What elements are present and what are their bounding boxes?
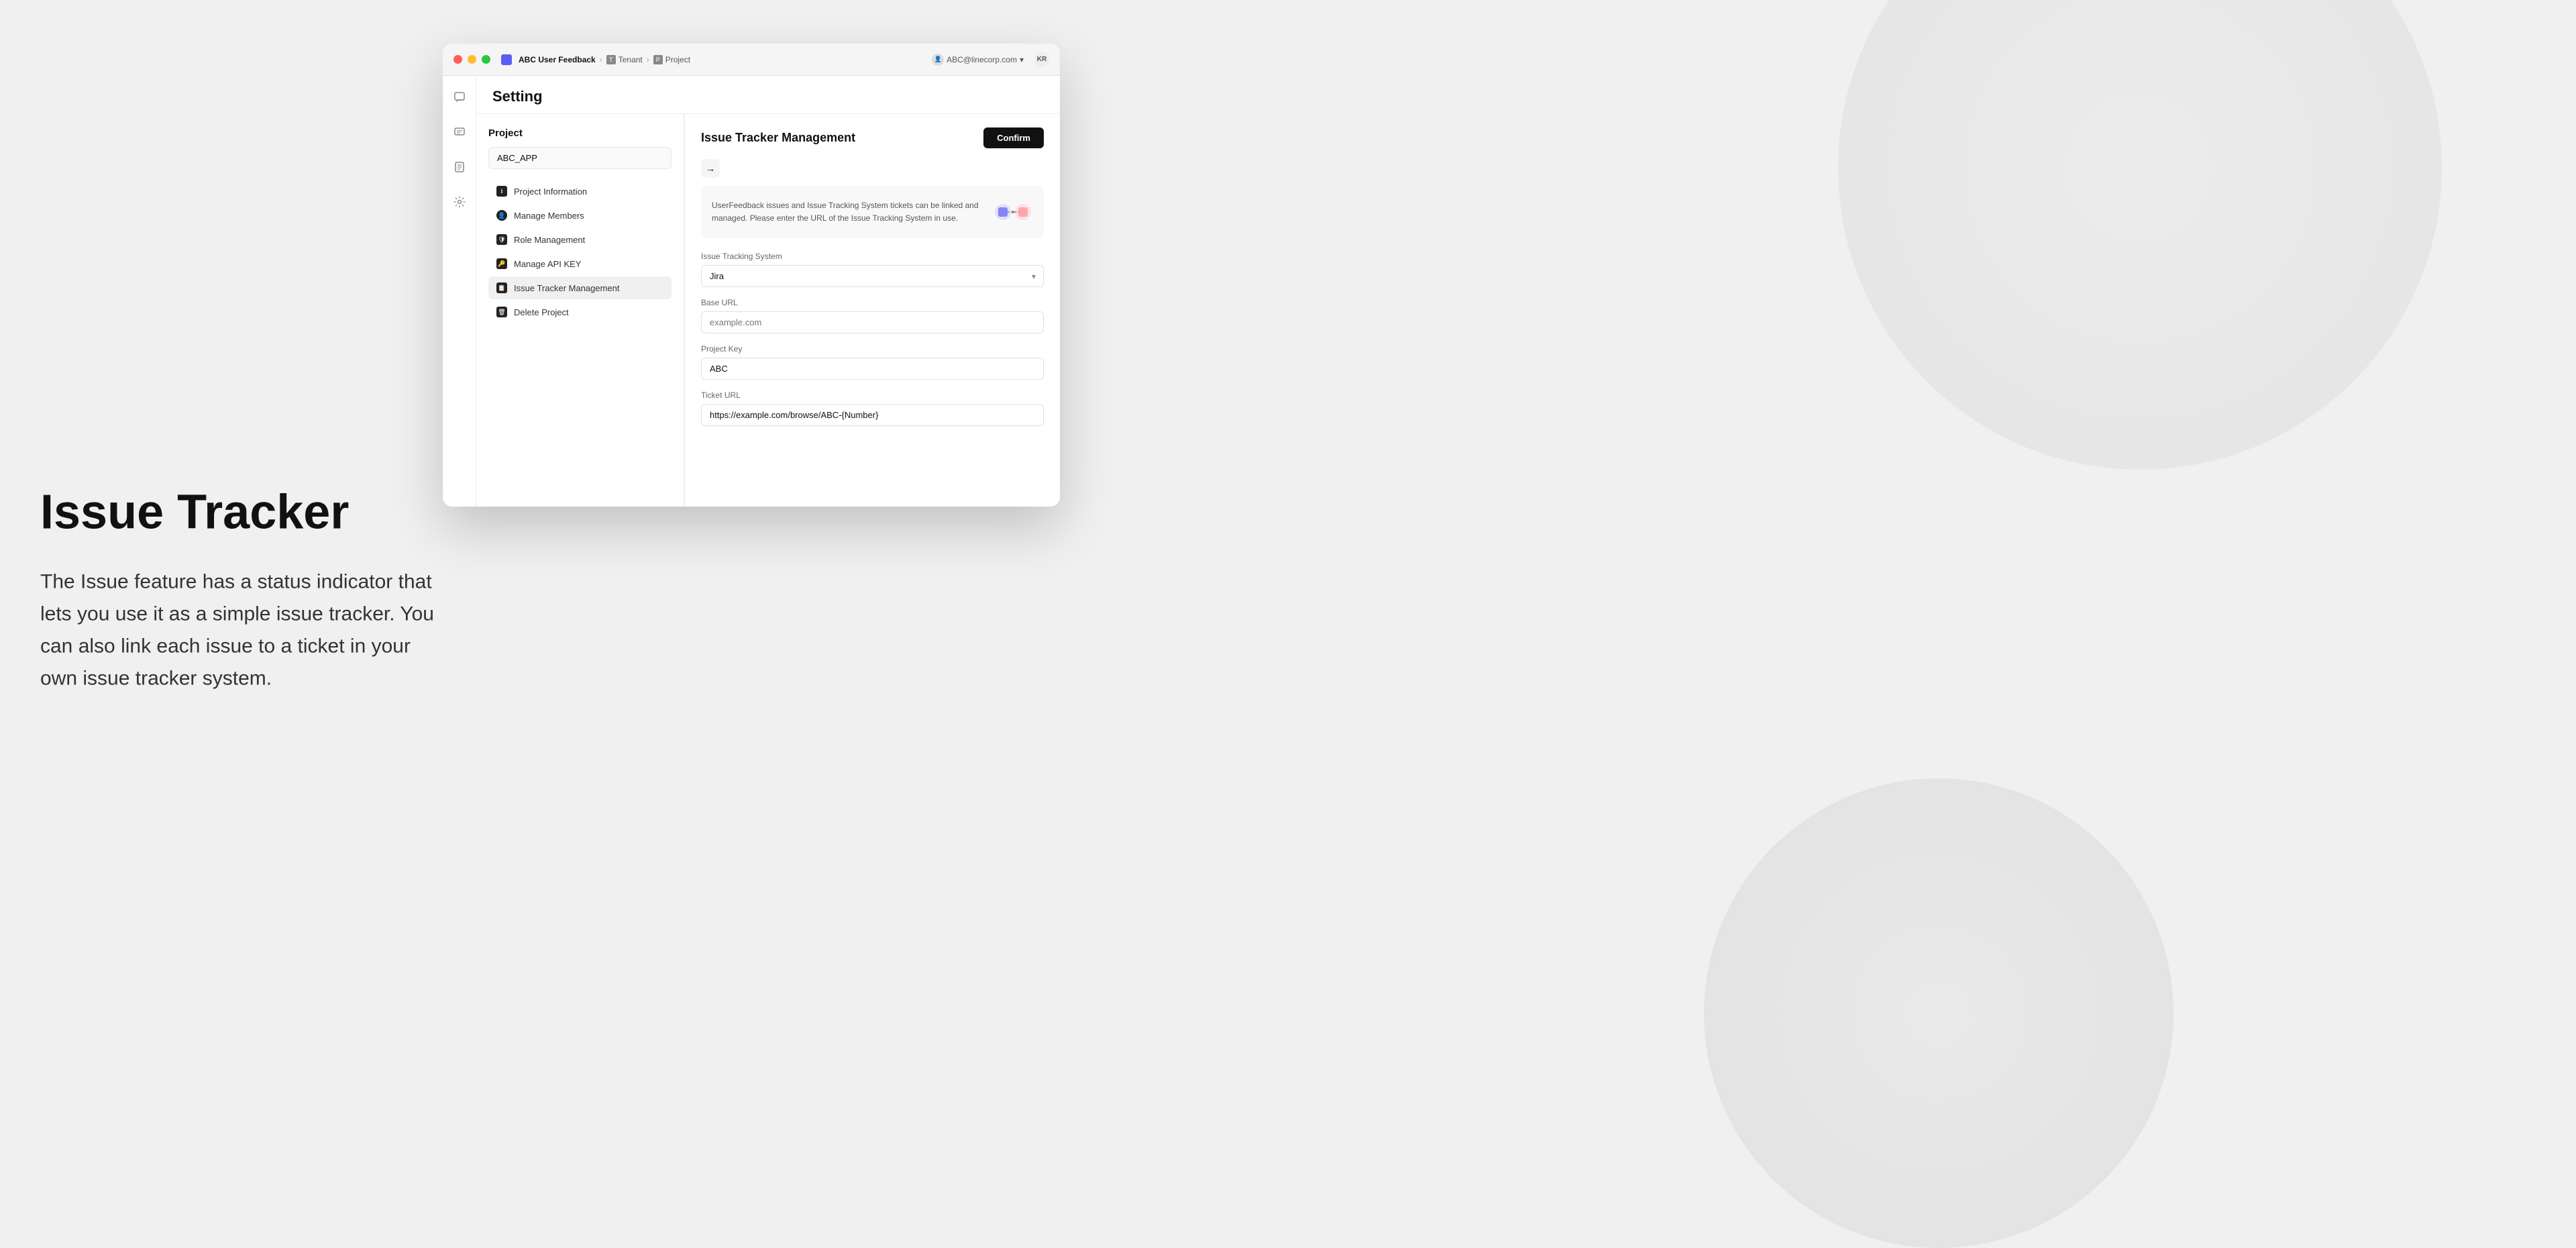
title-bar: ABC User Feedback › T Tenant › P Project… (443, 44, 1060, 76)
issue-tracker-icon: 📋 (496, 282, 507, 293)
menu-label-manage-api-key: Manage API KEY (514, 259, 581, 269)
main-description: The Issue feature has a status indicator… (40, 566, 443, 695)
issue-tracking-system-label: Issue Tracking System (701, 252, 1044, 261)
sidebar-icon-feedback[interactable] (449, 87, 470, 108)
project-name-input[interactable] (488, 147, 672, 169)
project-icon: P (653, 55, 663, 64)
language-badge[interactable]: KR (1034, 52, 1049, 67)
minimize-button[interactable] (468, 55, 476, 64)
menu-label-manage-members: Manage Members (514, 211, 584, 221)
main-heading: Issue Tracker (40, 486, 443, 539)
user-info[interactable]: 👤 ABC@linecorp.com ▾ (932, 54, 1024, 66)
bg-decoration-circle-top (1838, 0, 2442, 470)
confirm-button[interactable]: Confirm (983, 127, 1044, 148)
main-content: Setting Project i Project Information (476, 76, 1060, 507)
info-illustration (993, 195, 1033, 229)
close-button[interactable] (453, 55, 462, 64)
app-logo (501, 54, 512, 65)
right-panel-title: Issue Tracker Management (701, 131, 855, 145)
issue-tracking-system-select-wrapper: Jira GitHub Linear ▾ (701, 265, 1044, 287)
nav-separator-1: › (600, 55, 602, 64)
base-url-input[interactable] (701, 311, 1044, 333)
nav-item-tenant[interactable]: T Tenant (606, 55, 643, 64)
user-avatar: 👤 (932, 54, 944, 66)
issue-tracking-system-select[interactable]: Jira GitHub Linear (701, 265, 1044, 287)
menu-label-issue-tracker: Issue Tracker Management (514, 283, 620, 293)
menu-label-role-management: Role Management (514, 235, 585, 245)
menu-item-manage-members[interactable]: 👤 Manage Members (488, 204, 672, 227)
manage-api-key-icon: 🔑 (496, 258, 507, 269)
form-group-project-key: Project Key (701, 344, 1044, 380)
user-email: ABC@linecorp.com (947, 55, 1017, 64)
back-arrow-button[interactable]: → (701, 159, 720, 178)
titlebar-right: 👤 ABC@linecorp.com ▾ KR (932, 52, 1049, 67)
page-title: Setting (492, 88, 1044, 105)
tenant-icon: T (606, 55, 616, 64)
sidebar-icon-settings[interactable] (449, 191, 470, 213)
right-panel-header: Issue Tracker Management Confirm (701, 127, 1044, 148)
bg-decoration-circle-bottom (1704, 778, 2174, 1248)
project-key-label: Project Key (701, 344, 1044, 354)
titlebar-nav: ABC User Feedback › T Tenant › P Project (501, 54, 690, 65)
ticket-url-label: Ticket URL (701, 391, 1044, 400)
left-settings-panel: Project i Project Information 👤 Manage M… (476, 114, 684, 507)
app-name-label: ABC User Feedback (519, 55, 596, 64)
project-section-title: Project (488, 127, 672, 139)
delete-project-icon: 🗑 (496, 307, 507, 317)
settings-menu-list: i Project Information 👤 Manage Members 🛡… (488, 180, 672, 323)
base-url-label: Base URL (701, 298, 1044, 307)
form-group-issue-tracking-system: Issue Tracking System Jira GitHub Linear… (701, 252, 1044, 287)
menu-label-delete-project: Delete Project (514, 307, 569, 317)
manage-members-icon: 👤 (496, 210, 507, 221)
form-group-base-url: Base URL (701, 298, 1044, 333)
page-header: Setting (476, 76, 1060, 114)
project-section: Project i Project Information 👤 Manage M… (488, 127, 672, 323)
project-label: Project (665, 55, 690, 64)
menu-item-issue-tracker[interactable]: 📋 Issue Tracker Management (488, 276, 672, 299)
form-group-ticket-url: Ticket URL (701, 391, 1044, 426)
menu-item-project-information[interactable]: i Project Information (488, 180, 672, 203)
role-management-icon: 🛡 (496, 234, 507, 245)
info-banner: UserFeedback issues and Issue Tracking S… (701, 186, 1044, 238)
user-dropdown-arrow: ▾ (1020, 55, 1024, 64)
content-area: Project i Project Information 👤 Manage M… (476, 114, 1060, 507)
ticket-url-input[interactable] (701, 404, 1044, 426)
right-settings-panel: Issue Tracker Management Confirm → UserF… (685, 114, 1060, 507)
sidebar-icon-message[interactable] (449, 121, 470, 143)
tenant-label: Tenant (619, 55, 643, 64)
left-content-section: Issue Tracker The Issue feature has a st… (40, 486, 443, 694)
menu-item-delete-project[interactable]: 🗑 Delete Project (488, 301, 672, 323)
mac-window: ABC User Feedback › T Tenant › P Project… (443, 44, 1060, 507)
menu-item-role-management[interactable]: 🛡 Role Management (488, 228, 672, 251)
sidebar (443, 76, 476, 507)
maximize-button[interactable] (482, 55, 490, 64)
info-banner-text: UserFeedback issues and Issue Tracking S… (712, 199, 982, 225)
project-key-input[interactable] (701, 358, 1044, 380)
nav-item-project[interactable]: P Project (653, 55, 690, 64)
menu-item-manage-api-key[interactable]: 🔑 Manage API KEY (488, 252, 672, 275)
sidebar-icon-document[interactable] (449, 156, 470, 178)
project-info-icon: i (496, 186, 507, 197)
traffic-lights (453, 55, 490, 64)
menu-label-project-information: Project Information (514, 187, 587, 197)
window-body: Setting Project i Project Information (443, 76, 1060, 507)
nav-separator-2: › (647, 55, 649, 64)
